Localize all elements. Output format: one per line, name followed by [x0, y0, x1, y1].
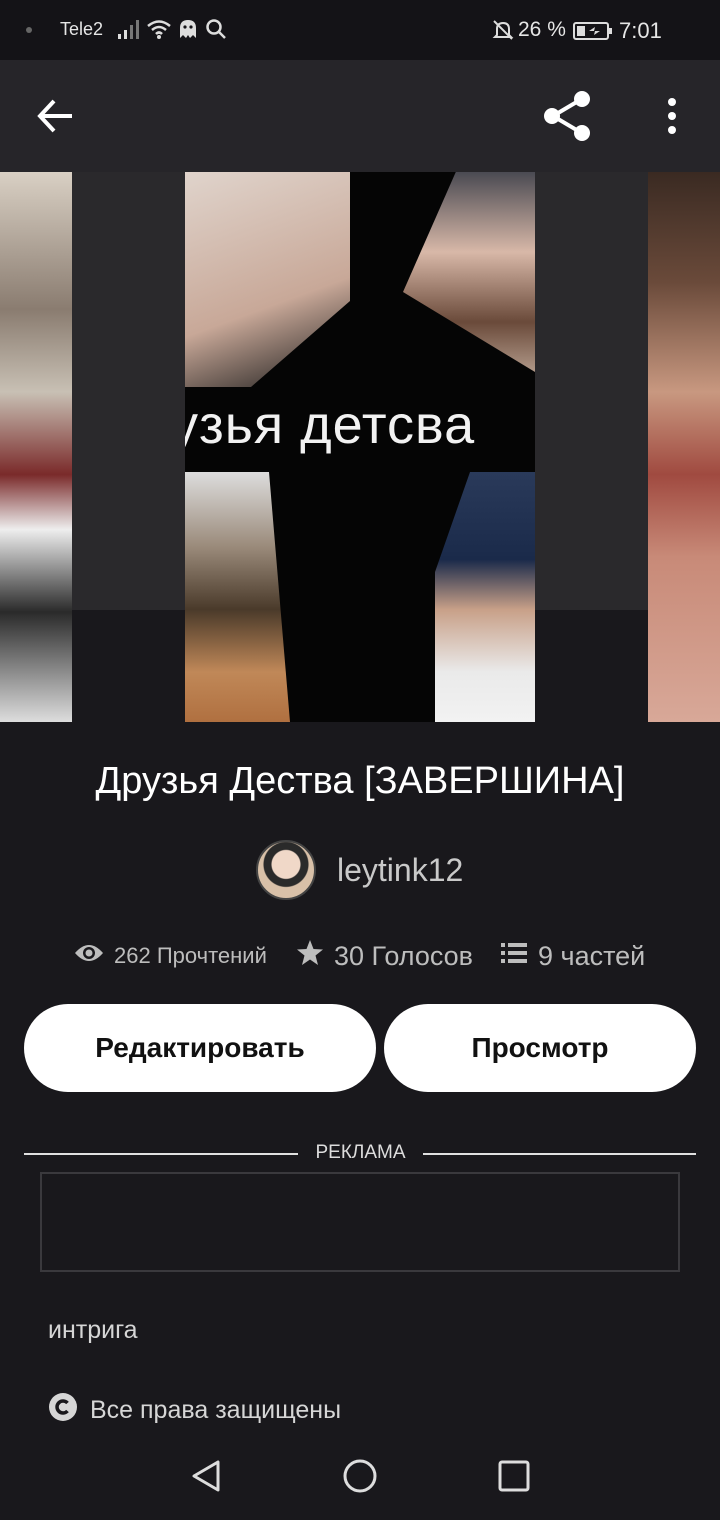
cover-carousel[interactable]: узья детсва — [0, 172, 720, 722]
votes-stat: 30 Голосов — [296, 934, 473, 978]
copyright-row: Все права защищены — [48, 1392, 341, 1429]
eye-icon — [74, 942, 104, 970]
parts-stat: 9 частей — [500, 934, 645, 978]
ghost-icon — [176, 18, 200, 46]
author-link[interactable]: leytink12 — [256, 840, 463, 900]
previous-cover-image[interactable] — [0, 172, 72, 722]
preview-button[interactable]: Просмотр — [384, 1004, 696, 1092]
status-bar: Tele2 26 % 7:01 — [0, 0, 720, 60]
share-icon[interactable] — [540, 90, 596, 147]
story-stats: 262 Прочтений 30 Голосов 9 частей — [0, 934, 720, 978]
battery-icon — [573, 22, 613, 46]
divider-line — [24, 1153, 298, 1155]
cover-photo-fragment — [435, 472, 535, 722]
reads-stat: 262 Прочтений — [74, 934, 267, 978]
parts-count: 9 частей — [538, 940, 646, 971]
system-nav-bar — [0, 1432, 720, 1520]
app-bar — [0, 60, 720, 172]
reads-count: 262 Прочтений — [114, 943, 267, 968]
cover-photo-fragment — [403, 172, 535, 372]
votes-count: 30 Голосов — [334, 940, 474, 971]
status-time: 7:01 — [619, 18, 662, 43]
notification-dot — [26, 27, 32, 33]
wifi-icon — [146, 18, 172, 46]
story-title: Друзья Дества [ЗАВЕРШИНА] — [95, 760, 625, 802]
ad-label: РЕКЛАМА — [315, 1142, 406, 1163]
battery-percent: 26 % — [518, 18, 566, 41]
divider-line — [423, 1153, 696, 1155]
story-tag[interactable]: интрига — [48, 1316, 138, 1345]
nav-recents-icon[interactable] — [496, 1458, 532, 1499]
carrier-label: Tele2 — [60, 19, 104, 39]
back-arrow-icon[interactable] — [34, 96, 78, 141]
search-icon — [204, 18, 228, 46]
copyright-icon — [48, 1392, 78, 1429]
copyright-label: Все права защищены — [90, 1396, 342, 1424]
edit-button[interactable]: Редактировать — [24, 1004, 376, 1092]
nav-home-icon[interactable] — [342, 1458, 378, 1499]
star-icon — [296, 939, 324, 974]
list-icon — [500, 941, 528, 972]
author-avatar[interactable] — [256, 840, 316, 900]
story-cover-image[interactable]: узья детсва — [185, 172, 535, 722]
ad-divider: РЕКЛАМА — [24, 1142, 696, 1166]
cover-photo-fragment — [185, 472, 290, 722]
ad-slot[interactable] — [40, 1172, 680, 1272]
signal-icon — [117, 18, 141, 46]
cover-title-text: узья детсва — [185, 395, 476, 455]
nav-back-icon[interactable] — [188, 1458, 224, 1499]
bell-off-icon — [491, 18, 515, 48]
author-name[interactable]: leytink12 — [337, 852, 463, 889]
next-cover-image[interactable] — [648, 172, 720, 722]
more-vert-icon[interactable] — [656, 96, 688, 141]
cover-photo-fragment — [185, 172, 350, 387]
